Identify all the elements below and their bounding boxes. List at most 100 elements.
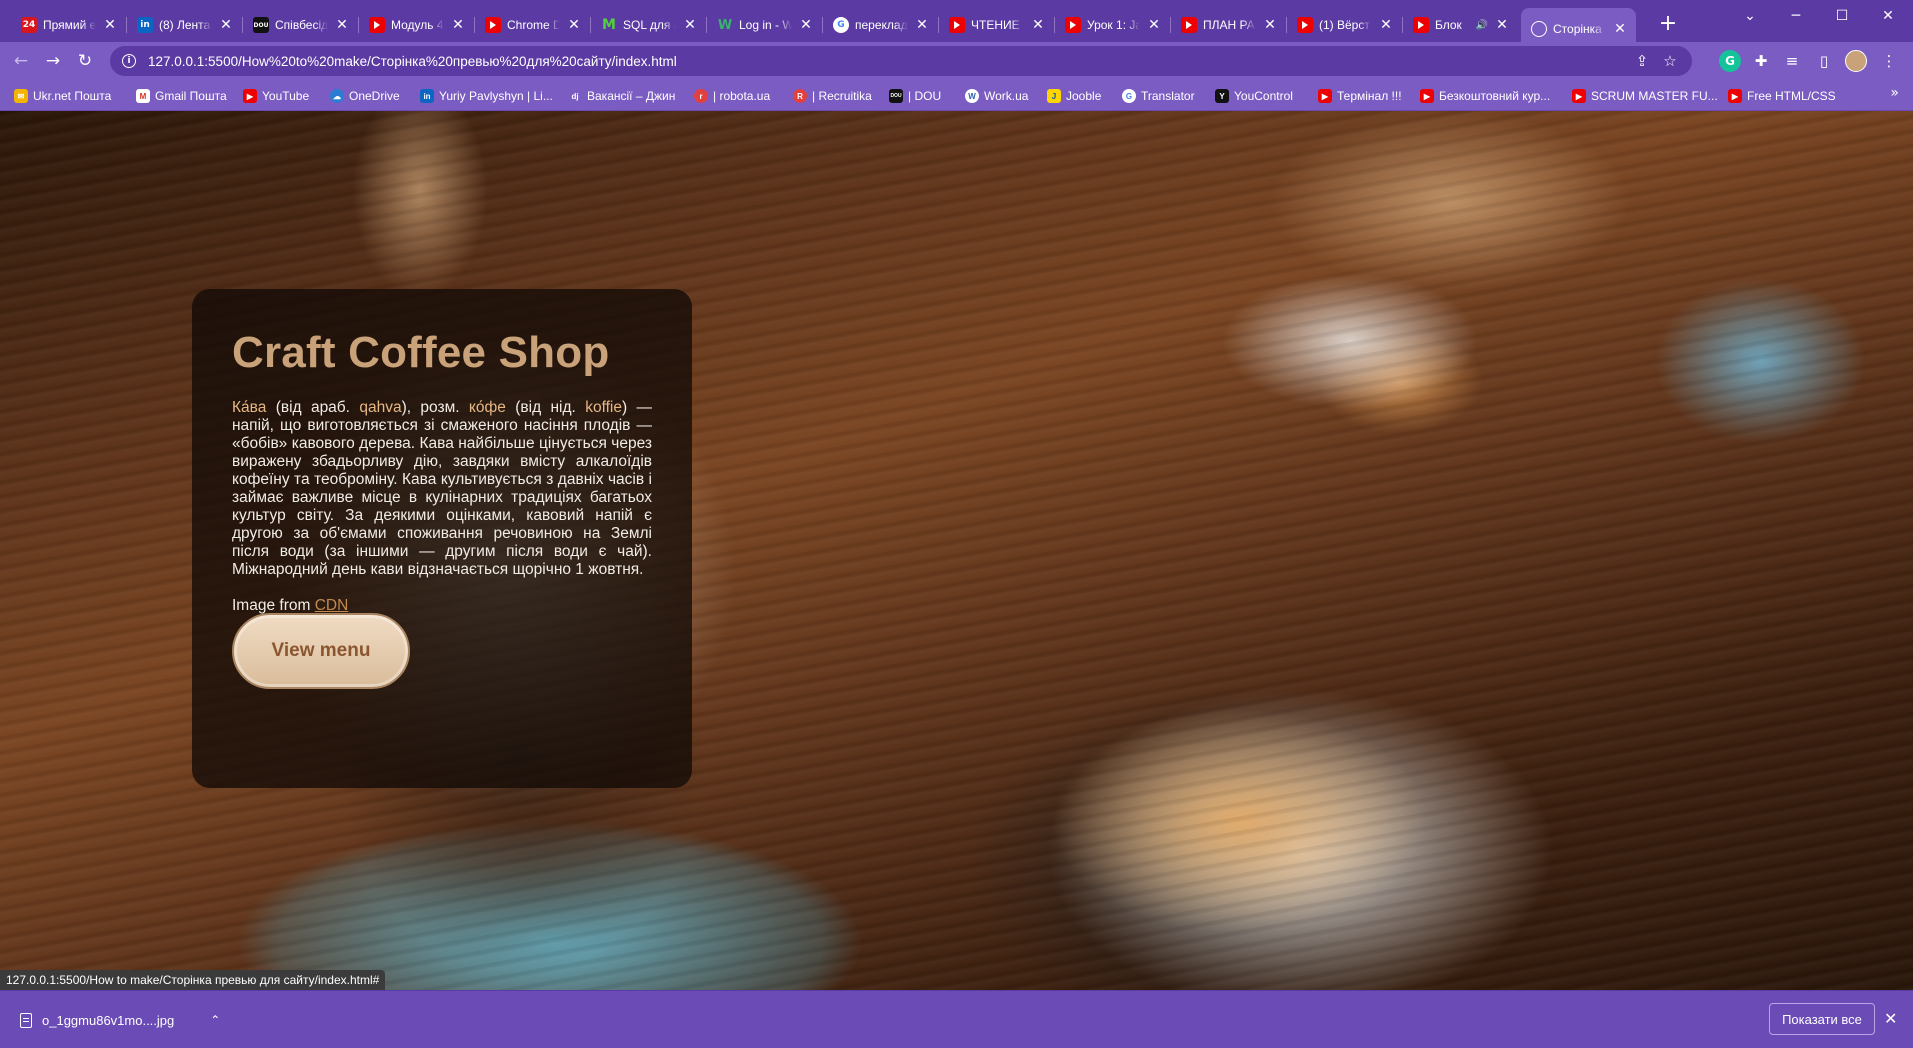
close-tab-icon[interactable]: ✕ [798,17,814,33]
close-tab-icon[interactable]: ✕ [450,17,466,33]
tab-search-icon[interactable]: ⌄ [1727,0,1773,32]
browser-tab[interactable]: Блок 🔊 ✕ [1402,8,1518,42]
side-panel-icon[interactable]: ▯ [1813,50,1835,72]
bookmark-item[interactable]: r | robota.ua [694,86,770,106]
tab-title: SQL для а [623,18,676,32]
dou-icon: DOU [253,17,269,33]
bookmark-label: OneDrive [349,89,400,103]
browser-tab[interactable]: 24 Прямий е ✕ [11,8,126,42]
tab-title: Сторінка [1553,22,1602,36]
close-tab-icon[interactable]: ✕ [1146,17,1162,33]
close-tab-icon[interactable]: ✕ [682,17,698,33]
close-window-button[interactable]: ✕ [1865,0,1911,32]
bookmark-item[interactable]: ▶ Термінал !!! [1318,86,1402,106]
bookmark-item[interactable]: dj Вакансії – Джин [568,86,675,106]
bookmark-item[interactable]: R | Recruitika [793,86,872,106]
share-icon[interactable]: ⇪ [1632,51,1652,71]
forward-button[interactable]: → [40,48,66,74]
bookmark-label: Work.ua [984,89,1029,103]
more-bookmarks-button[interactable]: » [1890,85,1899,101]
media-control-icon[interactable]: ≡ [1781,50,1803,72]
bookmark-item[interactable]: M Gmail Пошта [136,86,227,106]
bookmark-item[interactable]: ☁ OneDrive [330,86,400,106]
menu-dots-icon[interactable]: ⋮ [1878,50,1900,72]
workua-icon: W [965,89,979,103]
close-tab-icon[interactable]: ✕ [218,17,234,33]
bookmark-star-icon[interactable]: ☆ [1660,51,1680,71]
bookmarks-bar: ✉ Ukr.net Пошта M Gmail Пошта ▶ YouTube ☁ OneDr… [0,80,1913,111]
gmail-icon: M [136,89,150,103]
bookmark-item[interactable]: G Translator [1122,86,1195,106]
address-bar[interactable]: i 127.0.0.1:5500/How%20to%20make/Сторінк… [110,46,1692,76]
jooble-icon: J [1047,89,1061,103]
youtube-icon: ▶ [1728,89,1742,103]
robota-icon: r [694,89,708,103]
youtube-icon: ▶ [1572,89,1586,103]
close-tab-icon[interactable]: ✕ [102,17,118,33]
bookmark-item[interactable]: ▶ Free HTML/CSS [1728,86,1836,106]
youtube-icon [1181,17,1197,33]
browser-tab[interactable]: W Log in - W ✕ [706,8,822,42]
bookmark-item[interactable]: ▶ Безкоштовний кур... [1420,86,1550,106]
bookmark-item[interactable]: J Jooble [1047,86,1101,106]
bookmark-item[interactable]: W Work.ua [965,86,1028,106]
close-tab-icon[interactable]: ✕ [1030,17,1046,33]
browser-tab[interactable]: ЧТЕНИЕ Н ✕ [938,8,1054,42]
tab-title: Співбесід [275,18,328,32]
profile-avatar[interactable] [1845,50,1867,72]
desc-part: ) — напій, що виготовляється зі смаженог… [232,399,653,578]
site-info-icon[interactable]: i [122,54,136,68]
bookmark-item[interactable]: Y YouControl [1215,86,1293,106]
browser-tab[interactable]: Урок 1: Ja ✕ [1054,8,1170,42]
bookmark-label: Yuriy Pavlyshyn | Li... [439,89,553,103]
bookmark-label: | Recruitika [812,89,872,103]
browser-tab[interactable]: DOU Співбесід ✕ [242,8,358,42]
browser-tab[interactable]: ПЛАН РА ✕ [1170,8,1286,42]
new-tab-button[interactable]: + [1655,12,1681,38]
bookmark-label: YouTube [262,89,310,103]
close-tab-icon[interactable]: ✕ [914,17,930,33]
view-menu-button[interactable]: View menu [232,613,410,689]
bookmark-item[interactable]: ✉ Ukr.net Пошта [14,86,111,106]
browser-tab[interactable]: Gпереклад ✕ [822,8,938,42]
browser-tab[interactable]: (1) Вёрст ✕ [1286,8,1402,42]
browser-tab[interactable]: Chrome D ✕ [474,8,590,42]
close-tab-icon[interactable]: ✕ [1612,21,1628,37]
bookmark-item[interactable]: ▶ YouTube [243,86,309,106]
chevron-up-icon[interactable]: ⌃ [210,1013,220,1027]
bookmark-item[interactable]: in Yuriy Pavlyshyn | Li... [420,86,553,106]
file-icon [20,1012,32,1028]
speaker-icon[interactable]: 🔊 [1476,20,1488,31]
maximize-button[interactable]: ☐ [1819,0,1865,32]
close-tab-icon[interactable]: ✕ [1262,17,1278,33]
grammarly-icon[interactable]: G [1719,50,1741,72]
youtube-icon [485,17,501,33]
reload-button[interactable]: ↻ [72,48,98,74]
close-tab-icon[interactable]: ✕ [1378,17,1394,33]
youtube-icon [369,17,385,33]
bookmark-label: Вакансії – Джин [587,89,676,103]
bookmark-item[interactable]: ▶ SCRUM MASTER FU... [1572,86,1718,106]
browser-tab[interactable]: Модуль 4 ✕ [358,8,474,42]
back-button[interactable]: ← [8,48,34,74]
browser-tab[interactable]: M SQL для а ✕ [590,8,706,42]
close-tab-icon[interactable]: ✕ [566,17,582,33]
close-tab-icon[interactable]: ✕ [1494,17,1510,33]
desc-part: (від нід. [505,399,586,416]
browser-tab[interactable]: in (8) Лента ✕ [126,8,242,42]
linkedin-icon: in [420,89,434,103]
bookmark-item[interactable]: DOU | DOU [889,86,941,106]
google-icon: G [1122,89,1136,103]
bookmark-label: SCRUM MASTER FU... [1591,89,1718,103]
status-bubble: 127.0.0.1:5500/How to make/Сторінка прев… [0,970,386,990]
minimize-button[interactable]: ─ [1773,0,1819,32]
show-all-downloads-button[interactable]: Показати все [1769,1003,1875,1035]
close-download-bar-icon[interactable]: ✕ [1884,1009,1897,1028]
tab-title: Блок [1435,18,1462,32]
cdn-link[interactable]: CDN [315,597,349,614]
youtube-icon [1413,17,1429,33]
download-item[interactable]: o_1ggmu86v1mo....jpg ⌃ [20,1005,220,1035]
close-tab-icon[interactable]: ✕ [334,17,350,33]
extensions-icon[interactable]: ✚ [1750,50,1772,72]
hero-description: Ка́ва (від араб. qahva), розм. ко́фе (ві… [232,399,652,579]
